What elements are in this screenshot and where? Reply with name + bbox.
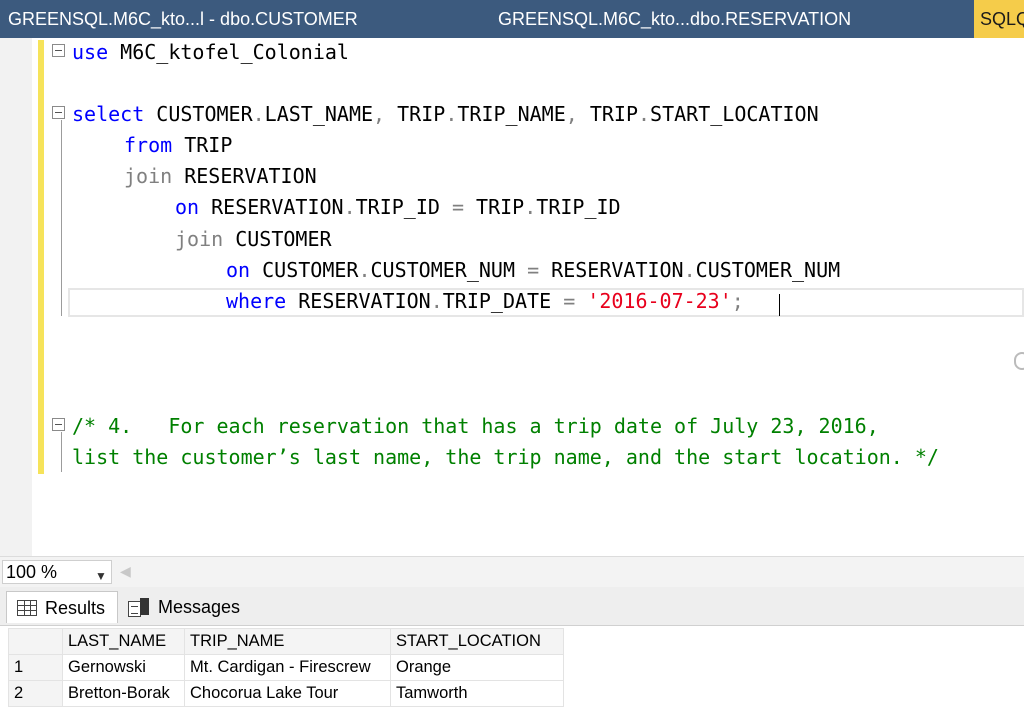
text-caret	[779, 294, 780, 316]
code-keyword: on	[175, 195, 200, 219]
code-text: CUSTOMER	[144, 102, 253, 126]
code-keyword: join	[175, 227, 224, 251]
code-text: RESERVATION	[539, 258, 684, 282]
selection-margin[interactable]	[0, 38, 32, 556]
code-text: RESERVATION	[172, 164, 317, 188]
collapse-comment-icon[interactable]	[52, 418, 65, 431]
code-punct: .	[343, 195, 356, 219]
outline-guide	[61, 120, 62, 316]
code-punct: ,	[373, 102, 386, 126]
code-text: TRIP	[385, 102, 446, 126]
outline-guide	[61, 432, 62, 472]
code-punct: .	[445, 102, 458, 126]
chevron-down-icon: ▼	[95, 569, 107, 583]
table-row: 2 Bretton-Borak Chocorua Lake Tour Tamwo…	[8, 680, 564, 707]
tab-results-label: Results	[45, 598, 106, 618]
code-operator: =	[451, 195, 465, 219]
code-keyword: use	[72, 40, 109, 64]
code-line-use: use M6C_ktofel_Colonial	[72, 38, 349, 66]
messages-icon	[128, 598, 150, 618]
results-tab-strip: Results Messages	[0, 587, 1024, 626]
code-line-select: select CUSTOMER.LAST_NAME, TRIP.TRIP_NAM…	[72, 100, 819, 128]
code-text: TRIP	[172, 133, 233, 157]
code-punct: .	[638, 102, 651, 126]
code-line-join: join RESERVATION	[124, 162, 317, 190]
code-text: CUSTOMER	[223, 227, 332, 251]
code-punct: .	[524, 195, 537, 219]
code-comment-line: /* 4. For each reservation that has a tr…	[72, 414, 879, 438]
code-keyword: from	[124, 133, 173, 157]
row-header-corner[interactable]	[8, 628, 63, 655]
code-punct: .	[252, 102, 265, 126]
collapse-select-icon[interactable]	[52, 106, 65, 119]
code-punct: .	[358, 258, 371, 282]
scroll-left-icon[interactable]: ◀	[120, 563, 131, 580]
code-punct: .	[430, 289, 443, 313]
tab-customer[interactable]: GREENSQL.M6C_kto...l - dbo.CUSTOMER	[8, 0, 478, 38]
grid-icon	[17, 600, 37, 616]
code-text: TRIP_DATE	[442, 289, 564, 313]
code-text: LAST_NAME	[264, 102, 374, 126]
code-keyword: select	[72, 102, 145, 126]
code-line-from: from TRIP	[124, 131, 232, 159]
code-text: M6C_ktofel_Colonial	[108, 40, 349, 64]
results-grid-panel: LAST_NAME TRIP_NAME START_LOCATION 1 Ger…	[0, 626, 1024, 716]
code-text: CUSTOMER_NUM	[695, 258, 841, 282]
code-keyword: join	[124, 164, 173, 188]
code-text: RESERVATION	[199, 195, 344, 219]
code-punct: .	[683, 258, 696, 282]
code-keyword: where	[226, 289, 287, 313]
tab-results[interactable]: Results	[6, 591, 118, 623]
code-keyword: on	[226, 258, 251, 282]
code-punct: ;	[731, 289, 744, 313]
code-operator: =	[563, 289, 576, 313]
code-text: TRIP_ID	[355, 195, 452, 219]
code-text: START_LOCATION	[650, 102, 819, 126]
code-text: CUSTOMER_NUM	[370, 258, 528, 282]
code-line-where: where RESERVATION.TRIP_DATE = '2016-07-2…	[226, 287, 744, 315]
table-row: 1 Gernowski Mt. Cardigan - Firescrew Ora…	[8, 654, 564, 681]
table-cell[interactable]: Orange	[390, 654, 564, 681]
code-punct: ,	[565, 102, 578, 126]
tab-messages[interactable]: Messages	[122, 591, 250, 623]
scroll-indicator-icon	[1014, 352, 1024, 370]
code-comment-line: list the customer’s last name, the trip …	[72, 445, 939, 469]
row-number[interactable]: 2	[8, 680, 63, 707]
column-header[interactable]: TRIP_NAME	[184, 628, 391, 655]
results-grid: LAST_NAME TRIP_NAME START_LOCATION 1 Ger…	[8, 628, 564, 707]
code-line-on: on RESERVATION.TRIP_ID = TRIP.TRIP_ID	[175, 193, 621, 221]
table-cell[interactable]: Tamworth	[390, 680, 564, 707]
row-number[interactable]: 1	[8, 654, 63, 681]
table-cell[interactable]: Mt. Cardigan - Firescrew	[184, 654, 391, 681]
column-header[interactable]: START_LOCATION	[390, 628, 564, 655]
table-cell[interactable]: Chocorua Lake Tour	[184, 680, 391, 707]
code-text: RESERVATION	[286, 289, 431, 313]
code-text: TRIP_ID	[536, 195, 621, 219]
document-tab-bar: GREENSQL.M6C_kto...l - dbo.CUSTOMER GREE…	[0, 0, 1024, 38]
code-text: TRIP	[464, 195, 525, 219]
tab-messages-label: Messages	[158, 597, 241, 617]
header-row: LAST_NAME TRIP_NAME START_LOCATION	[8, 628, 564, 655]
code-text: TRIP_NAME	[457, 102, 566, 126]
column-header[interactable]: LAST_NAME	[62, 628, 185, 655]
tab-sql-query[interactable]: SQLQ	[974, 0, 1024, 38]
editor-status-strip: 100 % ▼ ◀	[0, 556, 1024, 587]
zoom-value: 100 %	[6, 562, 58, 582]
collapse-use-icon[interactable]	[52, 44, 65, 57]
code-string: '2016-07-23'	[575, 289, 732, 313]
query-editor[interactable]: use M6C_ktofel_Colonial select CUSTOMER.…	[0, 38, 1024, 556]
table-cell[interactable]: Bretton-Borak	[62, 680, 185, 707]
code-text: CUSTOMER	[250, 258, 359, 282]
zoom-dropdown[interactable]: 100 % ▼	[2, 560, 112, 584]
code-operator: =	[527, 258, 540, 282]
code-line-on: on CUSTOMER.CUSTOMER_NUM = RESERVATION.C…	[226, 256, 840, 284]
code-line-join: join CUSTOMER	[175, 225, 332, 253]
tab-reservation[interactable]: GREENSQL.M6C_kto...dbo.RESERVATION	[498, 0, 968, 38]
change-tracking-bar	[38, 40, 44, 474]
code-text: TRIP	[577, 102, 638, 126]
table-cell[interactable]: Gernowski	[62, 654, 185, 681]
